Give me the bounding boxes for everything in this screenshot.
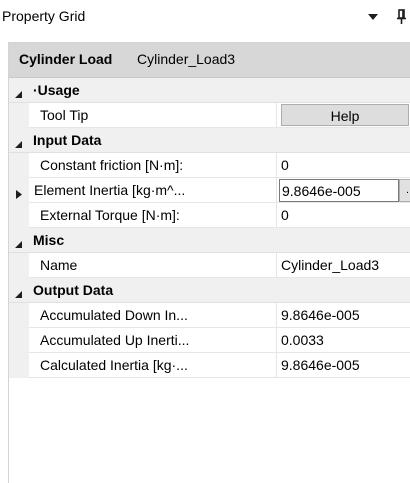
property-name: External Torque [N·m]: <box>40 207 180 223</box>
pin-icon[interactable] <box>394 8 410 26</box>
object-type-label: Cylinder Load <box>19 51 113 67</box>
row-margin <box>9 253 29 278</box>
property-value[interactable]: 0 <box>281 207 410 223</box>
category-usage[interactable]: ·Usage <box>9 78 410 103</box>
collapse-triangle-icon[interactable] <box>15 136 23 148</box>
expand-triangle-icon[interactable] <box>15 186 23 199</box>
property-name: Element Inertia [kg·m^... <box>34 182 186 198</box>
column-divider[interactable] <box>276 203 277 228</box>
column-divider[interactable] <box>276 353 277 378</box>
property-row-name[interactable]: Name Cylinder_Load3 <box>9 253 410 278</box>
property-name: Accumulated Down In... <box>40 307 188 323</box>
collapse-triangle-icon[interactable] <box>15 86 23 98</box>
panel-titlebar: Property Grid <box>0 0 410 34</box>
property-row-accumulated-down[interactable]: Accumulated Down In... 9.8646e-005 <box>9 303 410 328</box>
property-row-calculated-inertia[interactable]: Calculated Inertia [kg·... 9.8646e-005 <box>9 353 410 378</box>
property-name: Accumulated Up Inerti... <box>40 332 190 348</box>
row-margin <box>9 153 29 178</box>
row-margin <box>9 328 29 353</box>
column-divider[interactable] <box>276 178 277 203</box>
property-name: Name <box>40 257 78 273</box>
column-divider[interactable] <box>276 153 277 178</box>
property-row-constant-friction[interactable]: Constant friction [N·m]: 0 <box>9 153 410 178</box>
column-divider[interactable] <box>276 103 277 128</box>
property-row-accumulated-up[interactable]: Accumulated Up Inerti... 0.0033 <box>9 328 410 353</box>
property-name: Constant friction [N·m]: <box>40 157 184 173</box>
property-value[interactable]: 9.8646e-005 <box>281 357 410 373</box>
property-row-element-inertia[interactable]: Element Inertia [kg·m^... ... <box>9 178 410 203</box>
collapse-triangle-icon[interactable] <box>15 286 23 298</box>
property-grid: Cylinder Load Cylinder_Load3 ·Usage Tool… <box>8 42 410 483</box>
property-name: Tool Tip <box>40 107 89 123</box>
row-margin <box>9 103 29 128</box>
category-label: Input Data <box>33 132 102 148</box>
category-label: Misc <box>33 232 65 248</box>
row-margin <box>9 353 29 378</box>
triangle-down-icon[interactable] <box>366 10 380 24</box>
object-name-label: Cylinder_Load3 <box>137 51 236 67</box>
column-divider[interactable] <box>276 253 277 278</box>
element-inertia-input[interactable] <box>279 179 399 202</box>
help-button[interactable]: Help <box>281 104 409 126</box>
category-label: Output Data <box>33 282 114 298</box>
category-label: ·Usage <box>33 82 80 98</box>
property-value[interactable]: 0.0033 <box>281 332 410 348</box>
property-value[interactable]: 0 <box>281 157 410 173</box>
category-input-data[interactable]: Input Data <box>9 128 410 153</box>
property-row-external-torque[interactable]: External Torque [N·m]: 0 <box>9 203 410 228</box>
row-margin <box>9 203 29 228</box>
property-name: Calculated Inertia [kg·... <box>40 357 188 373</box>
ellipsis-button[interactable]: ... <box>399 179 410 202</box>
property-row-tool-tip[interactable]: Tool Tip Help <box>9 103 410 128</box>
column-divider[interactable] <box>276 303 277 328</box>
column-divider[interactable] <box>276 328 277 353</box>
category-misc[interactable]: Misc <box>9 228 410 253</box>
property-rows: ·Usage Tool Tip Help Input Data Constant… <box>9 78 410 378</box>
category-output-data[interactable]: Output Data <box>9 278 410 303</box>
property-value[interactable]: 9.8646e-005 <box>281 307 410 323</box>
property-value[interactable]: Cylinder_Load3 <box>281 257 410 273</box>
property-grid-panel: Property Grid Cylinder Load Cylinder_Loa… <box>0 0 410 483</box>
collapse-triangle-icon[interactable] <box>15 236 23 248</box>
selected-object-header: Cylinder Load Cylinder_Load3 <box>9 43 410 78</box>
panel-title: Property Grid <box>2 8 86 24</box>
row-margin <box>9 303 29 328</box>
